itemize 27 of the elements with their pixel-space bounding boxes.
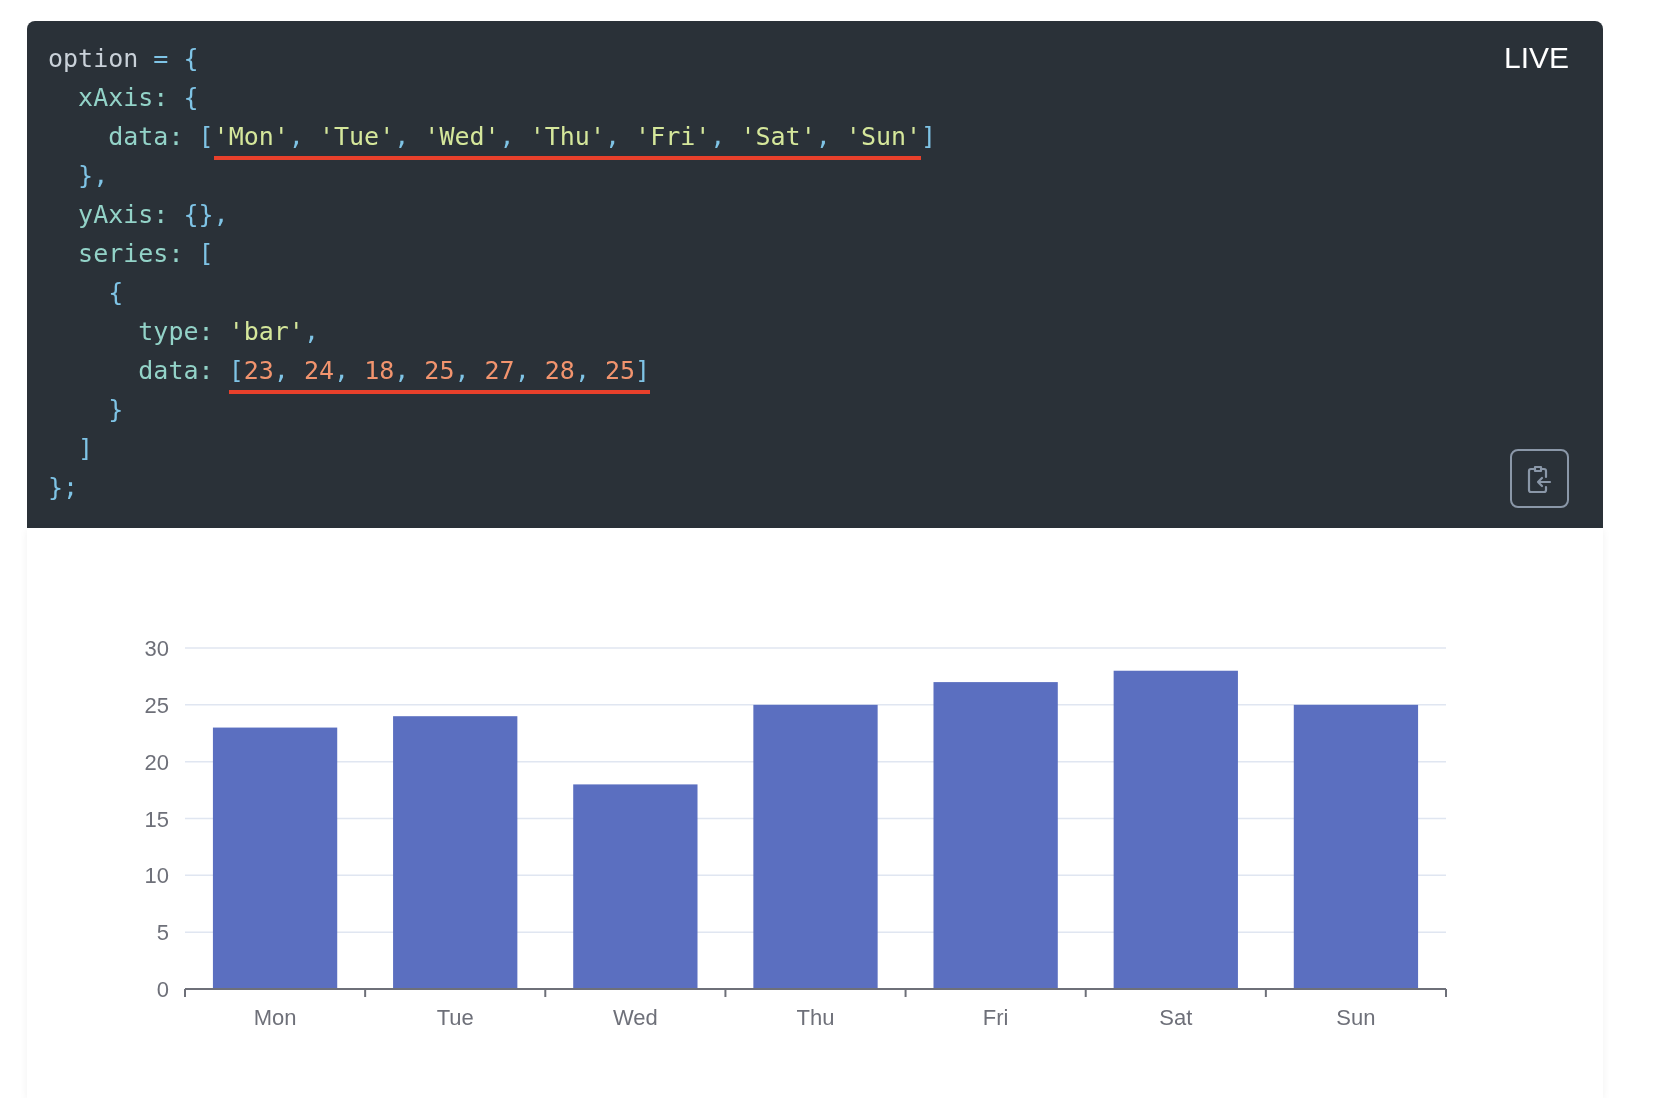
x-axis-label: Sat (1159, 1005, 1193, 1030)
code-line: { (107, 277, 125, 309)
copy-button[interactable] (1510, 449, 1569, 508)
code-line: yAxis: {}, (77, 199, 230, 231)
y-axis-label: 20 (144, 749, 169, 775)
x-axis-label: Fri (982, 1005, 1009, 1030)
y-axis-label: 30 (144, 636, 169, 661)
x-axis-label: Wed (612, 1005, 658, 1030)
x-axis-label: Tue (436, 1005, 474, 1030)
code-line: series: [ (77, 238, 215, 270)
y-axis-label: 15 (144, 806, 169, 832)
x-axis-label: Thu (796, 1005, 835, 1030)
code-line: }, (77, 160, 110, 192)
code-line: }; (48, 472, 80, 504)
x-axis-label: Sun (1336, 1005, 1376, 1030)
x-axis-label: Mon (253, 1005, 297, 1030)
live-label: LIVE (1503, 41, 1569, 75)
code-line: ] (77, 433, 95, 465)
code-line: type: 'bar', (137, 316, 320, 348)
y-axis-label: 0 (156, 977, 169, 1002)
y-axis-label: 10 (144, 863, 169, 889)
code-line: option = { (48, 43, 200, 75)
code-line: xAxis: { (77, 82, 200, 114)
y-axis-label: 25 (144, 692, 169, 718)
y-axis-label: 5 (156, 920, 169, 946)
code-line: } (107, 394, 125, 426)
clipboard-icon (1526, 463, 1553, 494)
